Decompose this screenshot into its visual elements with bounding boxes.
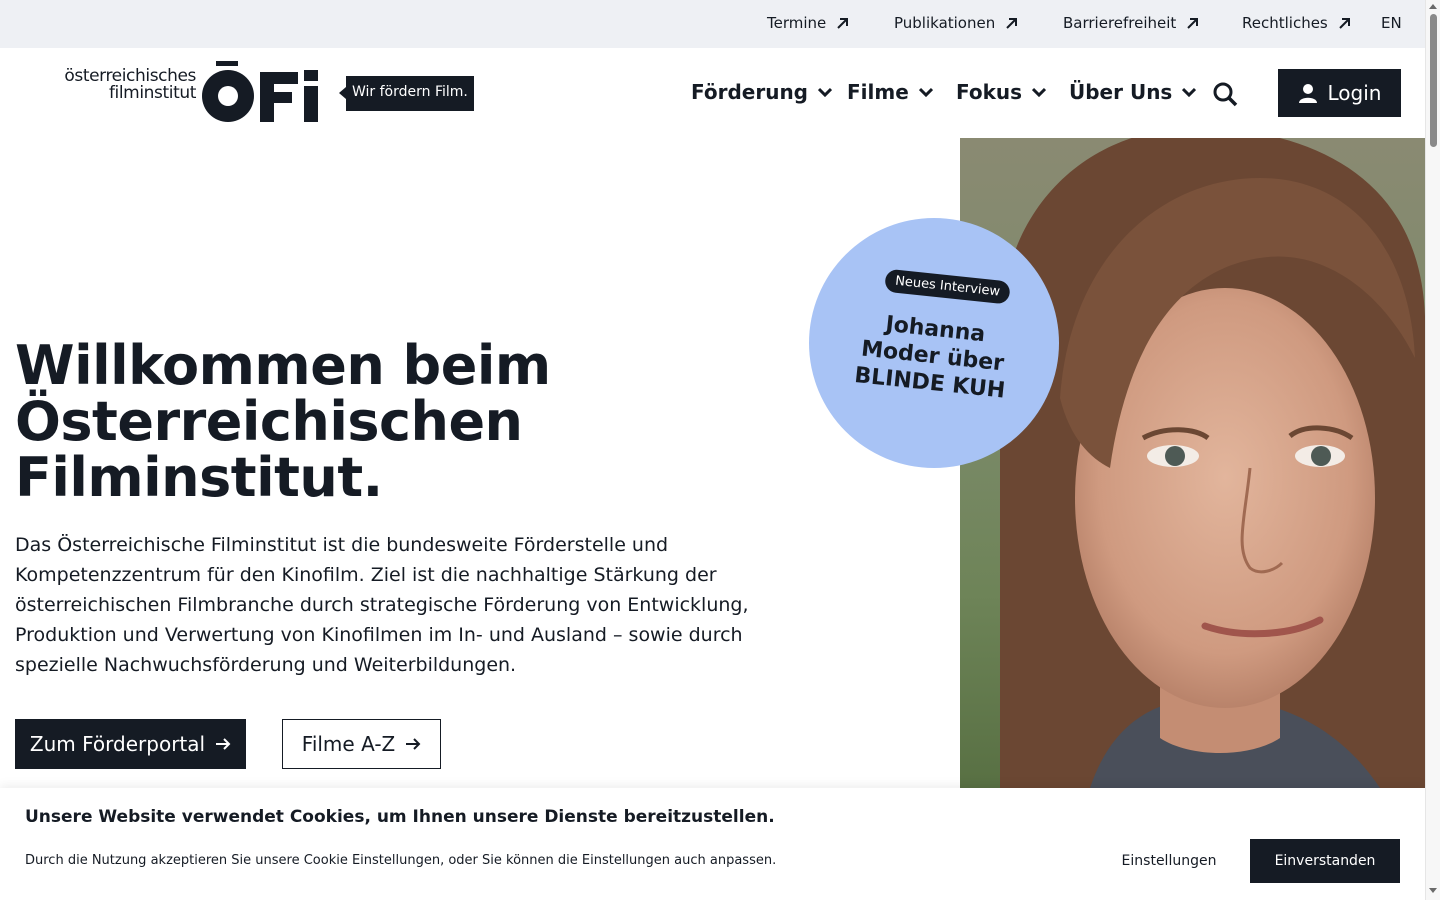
logo[interactable]: österreichisches filminstitut Wir förder…: [50, 60, 480, 126]
arrow-right-icon: [216, 738, 231, 750]
user-icon: [1298, 84, 1317, 103]
login-label: Login: [1327, 81, 1382, 105]
hero-title-line: Willkommen beim: [15, 334, 551, 397]
nav-ueber-uns[interactable]: Über Uns: [1069, 80, 1197, 104]
logo-mark: [202, 61, 318, 122]
interview-teaser-content: Neues Interview Johanna Moder über BLIND…: [797, 206, 1072, 481]
utility-bar: Termine Publikationen Barrierefreiheit R…: [0, 0, 1440, 48]
util-link-label: Termine: [767, 14, 827, 32]
interview-badge: Neues Interview: [884, 268, 1012, 305]
search-icon: [1213, 82, 1238, 107]
util-link-label: Barrierefreiheit: [1063, 14, 1177, 32]
cookie-banner: Unsere Website verwendet Cookies, um Ihn…: [0, 788, 1425, 900]
nav-filme[interactable]: Filme: [847, 80, 933, 104]
scrollbar-thumb[interactable]: [1430, 14, 1437, 147]
nav-label: Förderung: [691, 80, 808, 104]
button-label: Zum Förderportal: [29, 732, 206, 756]
hero-title: Willkommen beim Österreichischen Filmins…: [15, 338, 815, 506]
interview-title: Johanna Moder über BLINDE KUH: [834, 306, 1031, 406]
logo-tagline: Wir fördern Film.: [339, 76, 474, 111]
page-scrollbar[interactable]: [1425, 0, 1440, 900]
cookie-text: Durch die Nutzung akzeptieren Sie unsere…: [25, 853, 777, 868]
foerderportal-button[interactable]: Zum Förderportal: [15, 719, 246, 769]
hero-description: Das Österreichische Filminstitut ist die…: [15, 534, 749, 676]
logo-wordmark: österreichisches filminstitut: [50, 68, 196, 102]
arrow-up-right-icon: [1006, 17, 1018, 29]
arrow-right-icon: [406, 738, 421, 750]
button-label: Filme A-Z: [301, 732, 396, 756]
util-link-label: Publikationen: [894, 14, 996, 32]
util-link-termine[interactable]: Termine: [767, 14, 849, 32]
util-link-label: Rechtliches: [1242, 14, 1328, 32]
nav-foerderung[interactable]: Förderung: [691, 80, 832, 104]
chevron-down-icon: [918, 87, 933, 97]
login-button[interactable]: Login: [1278, 69, 1401, 117]
logo-line2: filminstitut: [108, 83, 196, 103]
arrow-up-right-icon: [1339, 17, 1350, 29]
util-link-barrierefreiheit[interactable]: Barrierefreiheit: [1063, 14, 1199, 32]
arrow-up-right-icon: [837, 17, 849, 29]
search-button[interactable]: [1212, 81, 1238, 107]
util-link-rechtliches[interactable]: Rechtliches: [1242, 14, 1351, 32]
scroll-down-arrow-icon[interactable]: [1429, 888, 1437, 893]
arrow-up-right-icon: [1187, 17, 1199, 29]
nav-label: Über Uns: [1069, 80, 1173, 104]
chevron-down-icon: [1182, 87, 1197, 97]
chevron-down-icon: [1032, 87, 1047, 97]
chevron-down-icon: [818, 87, 832, 97]
nav-label: Filme: [847, 80, 909, 104]
nav-fokus[interactable]: Fokus: [956, 80, 1047, 104]
language-switch[interactable]: EN: [1381, 14, 1402, 32]
cookie-title: Unsere Website verwendet Cookies, um Ihn…: [25, 807, 775, 827]
cookie-accept-button[interactable]: Einverstanden: [1250, 839, 1400, 883]
cookie-settings-button[interactable]: Einstellungen: [1106, 839, 1232, 883]
filme-az-button[interactable]: Filme A-Z: [282, 719, 441, 769]
hero-title-line: Filminstitut.: [15, 446, 383, 509]
hero-title-line: Österreichischen: [15, 390, 523, 453]
nav-label: Fokus: [956, 80, 1023, 104]
interview-teaser-bubble[interactable]: Neues Interview Johanna Moder über BLIND…: [809, 218, 1059, 468]
scroll-up-arrow-icon[interactable]: [1429, 4, 1437, 9]
util-link-publikationen[interactable]: Publikationen: [894, 14, 1018, 32]
